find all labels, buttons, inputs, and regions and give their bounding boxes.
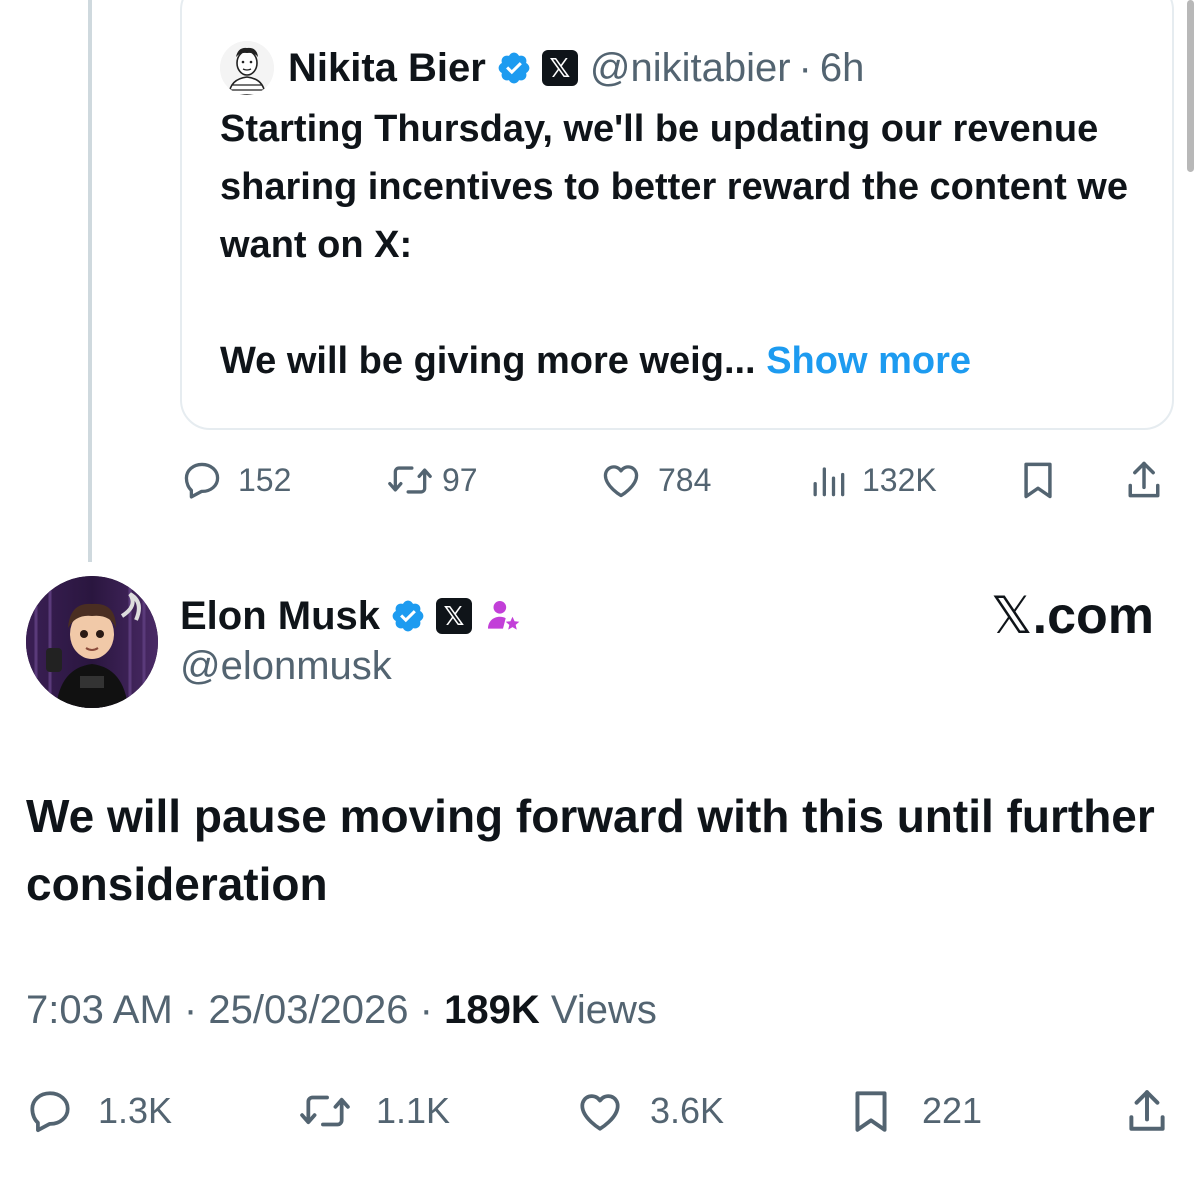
bookmark-icon (855, 1091, 887, 1132)
x-logo-icon: 𝕏 (990, 586, 1033, 646)
x-logo-icon: 𝕏 (541, 50, 578, 86)
quoted-tweet-header: Nikita Bier 𝕏 @nikitabier · 6h (220, 40, 864, 96)
nikita-avatar[interactable] (220, 41, 274, 95)
view-count: 132K (862, 461, 937, 498)
share-button[interactable] (1124, 458, 1164, 502)
verified-badge-icon (498, 52, 530, 84)
separator-dot: · (798, 45, 812, 90)
views-icon (813, 467, 845, 497)
share-icon (1128, 461, 1160, 498)
reply-count: 1.3K (98, 1090, 173, 1131)
quoted-author-handle[interactable]: @nikitabier (590, 46, 791, 91)
main-tweet-text: We will pause moving forward with this u… (26, 790, 1155, 910)
verified-badge-icon (392, 600, 424, 632)
views-label: Views (550, 988, 657, 1032)
repost-button[interactable]: 1.1K (296, 1086, 450, 1136)
reply-icon (184, 462, 220, 499)
like-button[interactable]: 784 (598, 458, 711, 502)
scrollbar[interactable] (1187, 0, 1194, 172)
tweet-date[interactable]: 25/03/2026 (208, 988, 408, 1032)
quoted-text-paragraph-1: Starting Thursday, we'll be updating our… (220, 108, 1128, 266)
quoted-author-name[interactable]: Nikita Bier (288, 46, 486, 91)
reply-icon (30, 1091, 70, 1133)
like-icon (603, 465, 639, 498)
repost-count: 97 (442, 461, 478, 498)
quoted-tweet-actions: 152 97 784 132K (180, 452, 1180, 508)
bookmark-count: 221 (922, 1090, 983, 1131)
quoted-text-truncated: We will be giving more weig... (220, 340, 756, 382)
like-count: 784 (658, 461, 712, 498)
tweet-time[interactable]: 7:03 AM (26, 988, 173, 1032)
tweet-meta: 7:03 AM · 25/03/2026 · 189K Views (26, 988, 657, 1033)
views-count: 189K (444, 988, 540, 1032)
source-label: 𝕏.com (991, 586, 1154, 646)
bookmark-button[interactable] (1018, 458, 1058, 502)
show-more-link[interactable]: Show more (766, 340, 971, 382)
source-label-text: .com (1032, 587, 1154, 645)
bookmark-icon (1024, 462, 1052, 499)
repost-count: 1.1K (376, 1090, 451, 1131)
views-button[interactable]: 132K (808, 458, 937, 502)
main-tweet-actions: 1.3K 1.1K 3.6K 221 (0, 1080, 1200, 1140)
thread-connector-line (88, 0, 92, 562)
like-count: 3.6K (650, 1090, 725, 1131)
separator-dot: · (419, 988, 433, 1032)
main-author-row: Elon Musk 𝕏 (180, 588, 522, 644)
repost-icon (388, 466, 432, 494)
repost-button[interactable]: 97 (386, 458, 478, 502)
share-button[interactable] (1122, 1086, 1172, 1136)
quoted-text-paragraph-2: We will be giving more weig... Show more (220, 332, 1140, 390)
reply-button[interactable]: 1.3K (24, 1086, 172, 1136)
share-icon (1129, 1090, 1165, 1131)
reply-button[interactable]: 152 (180, 458, 291, 502)
separator-dot: · (183, 988, 198, 1032)
main-author-name[interactable]: Elon Musk (180, 594, 380, 639)
quoted-tweet-time[interactable]: 6h (820, 46, 865, 91)
repost-icon (300, 1095, 350, 1127)
like-button[interactable]: 3.6K (572, 1086, 724, 1136)
quoted-tweet-card[interactable]: Nikita Bier 𝕏 @nikitabier · 6h Starting … (180, 0, 1174, 430)
affiliate-icon (487, 600, 520, 630)
x-logo-icon: 𝕏 (436, 598, 473, 634)
bookmark-button[interactable]: 221 (846, 1086, 982, 1136)
elon-avatar[interactable] (26, 576, 158, 708)
like-icon (580, 1094, 620, 1131)
main-author-handle[interactable]: @elonmusk (180, 644, 392, 689)
reply-count: 152 (238, 461, 292, 498)
quoted-tweet-text: Starting Thursday, we'll be updating our… (220, 100, 1140, 390)
